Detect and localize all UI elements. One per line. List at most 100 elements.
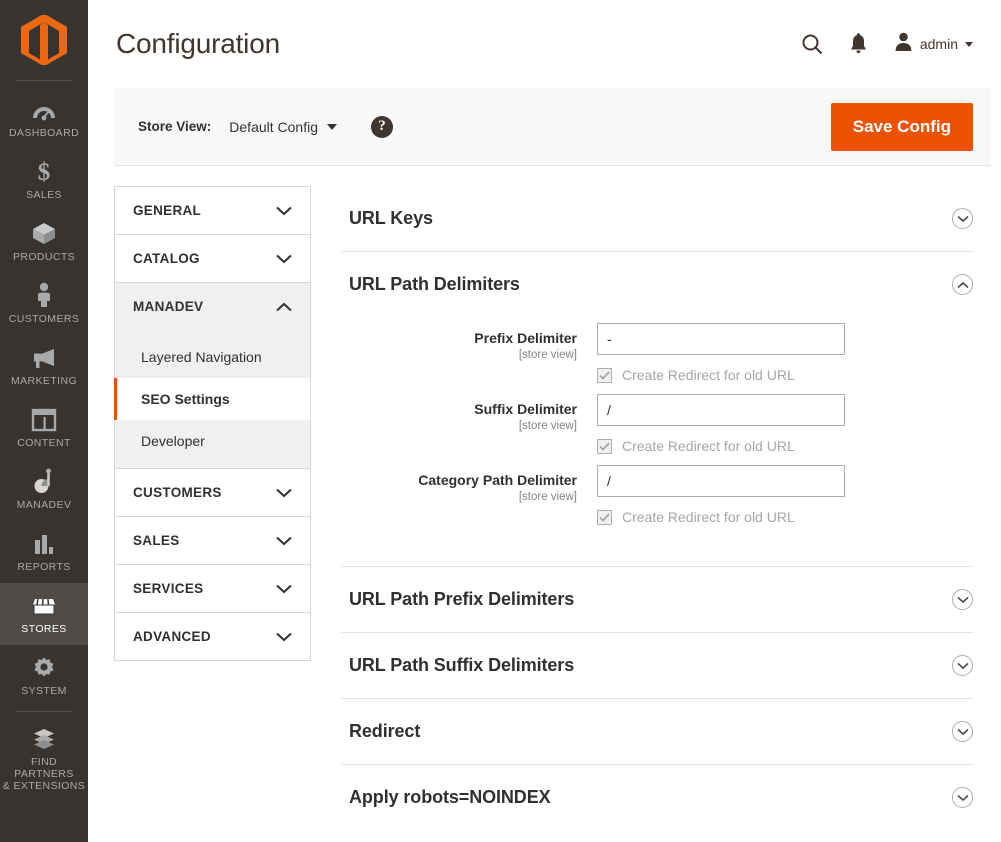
chevron-down-icon: [952, 721, 973, 742]
config-section-services[interactable]: SERVICES: [114, 564, 311, 612]
sidebar-item-marketing[interactable]: MARKETING: [0, 335, 88, 397]
section-header[interactable]: Redirect: [341, 699, 973, 764]
checkbox-label: Create Redirect for old URL: [622, 438, 795, 454]
sidebar-item-system[interactable]: SYSTEM: [0, 645, 88, 707]
config-subitem-developer[interactable]: Developer: [114, 420, 310, 462]
section-url-keys: URL Keys: [341, 186, 973, 252]
chevron-down-icon: [952, 208, 973, 229]
store-view-select[interactable]: Default Config: [229, 119, 337, 135]
sidebar-item-find-partners[interactable]: FIND PARTNERS & EXTENSIONS: [0, 718, 88, 800]
chevron-down-icon: [965, 41, 973, 47]
sidebar-item-label: DASHBOARD: [8, 127, 80, 139]
prefix-delimiter-input[interactable]: [597, 323, 845, 355]
sidebar-item-label-line2: & EXTENSIONS: [2, 780, 86, 792]
sidebar-divider: [16, 80, 72, 81]
user-name: admin: [919, 36, 958, 52]
checkbox-label: Create Redirect for old URL: [622, 367, 795, 383]
section-url-path-prefix-delimiters: URL Path Prefix Delimiters: [341, 567, 973, 633]
dollar-icon: $: [34, 158, 54, 184]
chevron-down-icon: [276, 254, 292, 264]
config-section-label: SERVICES: [133, 581, 204, 596]
section-title: Redirect: [349, 721, 421, 741]
section-header[interactable]: URL Path Suffix Delimiters: [341, 633, 973, 698]
sidebar-item-customers[interactable]: CUSTOMERS: [0, 273, 88, 335]
suffix-delimiter-input[interactable]: [597, 394, 845, 426]
chevron-up-icon: [952, 274, 973, 295]
checkbox-checked-icon[interactable]: [597, 438, 612, 454]
search-icon[interactable]: [801, 33, 823, 55]
config-section-sales[interactable]: SALES: [114, 516, 311, 564]
config-main: URL Keys URL Path Delimiters Prefix Deli…: [341, 186, 991, 830]
section-header[interactable]: Apply robots=NOINDEX: [341, 765, 973, 830]
chevron-down-icon: [276, 584, 292, 594]
help-icon[interactable]: ?: [371, 115, 393, 138]
section-header[interactable]: URL Keys: [341, 186, 973, 251]
sidebar-item-label: REPORTS: [17, 561, 71, 573]
sidebar-item-products[interactable]: PRODUCTS: [0, 211, 88, 273]
chevron-down-icon: [276, 206, 292, 216]
section-header[interactable]: URL Path Prefix Delimiters: [341, 567, 973, 632]
user-menu[interactable]: admin: [894, 32, 973, 57]
sidebar-item-label: PRODUCTS: [12, 251, 76, 263]
section-title: Apply robots=NOINDEX: [349, 787, 551, 807]
field-control: Create Redirect for old URL: [597, 323, 973, 386]
category-path-delimiter-input[interactable]: [597, 465, 845, 497]
sidebar-item-reports[interactable]: REPORTS: [0, 521, 88, 583]
sidebar-item-label-line1: FIND PARTNERS: [14, 756, 74, 780]
field-scope: [store view]: [518, 491, 577, 503]
sidebar-divider-bottom: [16, 711, 72, 712]
config-subitem-layered-navigation[interactable]: Layered Navigation: [114, 336, 310, 378]
config-section-advanced[interactable]: ADVANCED: [114, 612, 311, 661]
person-icon: [34, 282, 54, 308]
section-title: URL Path Prefix Delimiters: [349, 589, 575, 609]
sidebar-item-content[interactable]: CONTENT: [0, 397, 88, 459]
field-suffix-delimiter: Suffix Delimiter [store view] Create Red…: [349, 394, 973, 457]
sidebar-item-manadev[interactable]: MANADEV: [0, 459, 88, 521]
box-icon: [31, 220, 57, 246]
global-sidebar: DASHBOARD $ SALES PRODUCTS CUSTOMERS MAR…: [0, 0, 88, 842]
create-redirect-checkbox-row[interactable]: Create Redirect for old URL: [597, 364, 973, 386]
chevron-down-icon: [276, 536, 292, 546]
config-section-label: CUSTOMERS: [133, 485, 222, 500]
bell-icon[interactable]: [849, 33, 868, 55]
config-subitem-seo-settings[interactable]: SEO Settings: [114, 378, 310, 420]
field-label-text: Category Path Delimiter: [418, 472, 577, 488]
admin-page: DASHBOARD $ SALES PRODUCTS CUSTOMERS MAR…: [0, 0, 1001, 842]
config-section-catalog[interactable]: CATALOG: [114, 234, 311, 282]
config-section-label: ADVANCED: [133, 629, 211, 644]
sidebar-item-label: MARKETING: [10, 375, 78, 387]
field-label-text: Prefix Delimiter: [474, 330, 577, 346]
chevron-down-icon: [276, 632, 292, 642]
sidebar-item-stores[interactable]: STORES: [0, 583, 88, 645]
save-config-button[interactable]: Save Config: [830, 102, 973, 151]
checkbox-checked-icon[interactable]: [597, 509, 612, 525]
config-section-general[interactable]: GENERAL: [114, 186, 311, 234]
sidebar-item-label: SALES: [26, 189, 62, 201]
store-view-bar: Store View: Default Config ? Save Config: [114, 88, 991, 166]
sidebar-item-sales[interactable]: $ SALES: [0, 149, 88, 211]
section-header[interactable]: URL Path Delimiters: [341, 252, 973, 317]
field-category-path-delimiter: Category Path Delimiter [store view] Cre…: [349, 465, 973, 528]
chevron-down-icon: [952, 589, 973, 610]
config-section-customers[interactable]: CUSTOMERS: [114, 468, 311, 516]
gear-icon: [32, 654, 56, 680]
config-subitems-manadev: Layered Navigation SEO Settings Develope…: [114, 330, 311, 468]
sidebar-item-dashboard[interactable]: DASHBOARD: [0, 87, 88, 149]
extensions-icon: [31, 725, 57, 751]
chevron-up-icon: [276, 302, 292, 312]
checkbox-checked-icon[interactable]: [597, 367, 612, 383]
section-redirect: Redirect: [341, 699, 973, 765]
config-section-label: SALES: [133, 533, 180, 548]
page-title: Configuration: [116, 28, 280, 59]
magento-logo[interactable]: [16, 12, 72, 68]
create-redirect-checkbox-row[interactable]: Create Redirect for old URL: [597, 435, 973, 457]
config-section-manadev[interactable]: MANADEV: [114, 282, 311, 330]
store-view-value: Default Config: [229, 118, 318, 135]
create-redirect-checkbox-row[interactable]: Create Redirect for old URL: [597, 506, 973, 528]
checkbox-label: Create Redirect for old URL: [622, 509, 795, 525]
chevron-down-icon: [952, 787, 973, 808]
bar-chart-icon: [32, 530, 56, 556]
store-icon: [30, 592, 58, 618]
sidebar-item-label: MANADEV: [16, 499, 72, 511]
section-url-path-suffix-delimiters: URL Path Suffix Delimiters: [341, 633, 973, 699]
